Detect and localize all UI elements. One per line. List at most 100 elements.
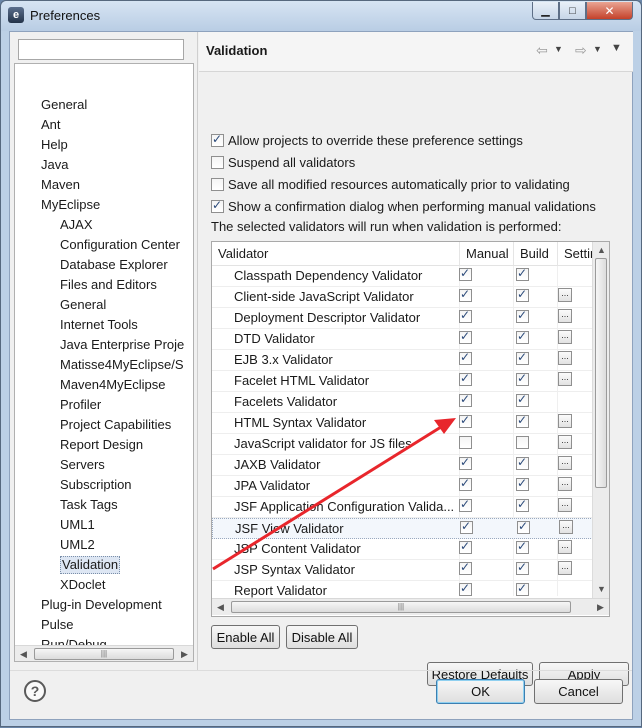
manual-checkbox[interactable] (459, 308, 472, 323)
maximize-button[interactable]: □ (559, 2, 586, 20)
tree-item[interactable]: General (60, 296, 106, 314)
tree-item[interactable]: Profiler (60, 396, 101, 414)
table-vertical-scrollbar[interactable]: ▲ ▼ (592, 242, 609, 598)
scroll-up-icon[interactable]: ▲ (593, 242, 609, 258)
settings-button[interactable]: ... (558, 414, 572, 428)
view-menu-icon[interactable]: ▼ (611, 42, 622, 54)
tree-item[interactable]: Plug-in Development (41, 596, 162, 614)
table-row[interactable]: HTML Syntax Validator... (212, 413, 605, 434)
build-checkbox[interactable] (516, 497, 529, 512)
table-horizontal-scrollbar[interactable]: ◀ ||| ▶ (212, 598, 609, 615)
tree-item[interactable]: Configuration Center (60, 236, 180, 254)
column-header-validator[interactable]: Validator (212, 242, 460, 266)
table-row[interactable]: JSF Application Configuration Valida....… (212, 497, 605, 518)
settings-button[interactable]: ... (558, 309, 572, 323)
manual-checkbox[interactable] (459, 560, 472, 575)
settings-button[interactable]: ... (558, 435, 572, 449)
settings-button[interactable]: ... (558, 330, 572, 344)
tree-item[interactable]: Help (41, 136, 68, 154)
vertical-scroll-thumb[interactable] (595, 258, 607, 488)
build-checkbox[interactable] (516, 581, 529, 596)
enable-all-button[interactable]: Enable All (211, 625, 280, 649)
tree-item[interactable]: Report Design (60, 436, 143, 454)
title-bar[interactable]: e Preferences ▁ □ ✕ (1, 1, 641, 31)
back-dropdown-icon[interactable]: ▼ (554, 44, 563, 54)
build-checkbox[interactable] (517, 519, 530, 534)
suspend-validators-checkbox[interactable] (211, 155, 224, 169)
manual-checkbox[interactable] (459, 266, 472, 281)
manual-checkbox[interactable] (459, 392, 472, 407)
forward-dropdown-icon[interactable]: ▼ (593, 44, 602, 54)
build-checkbox[interactable] (516, 392, 529, 407)
table-row[interactable]: Facelet HTML Validator... (212, 371, 605, 392)
tree-item[interactable]: AJAX (60, 216, 93, 234)
manual-checkbox[interactable] (459, 581, 472, 596)
forward-arrow-icon[interactable]: ⇨ (575, 42, 587, 59)
settings-button[interactable]: ... (558, 288, 572, 302)
settings-button[interactable]: ... (558, 351, 572, 365)
table-row[interactable]: JSF View Validator... (212, 518, 605, 539)
scroll-right-icon[interactable]: ▶ (592, 599, 609, 615)
scroll-thumb[interactable]: ||| (231, 601, 571, 613)
column-header-manual[interactable]: Manual (460, 242, 514, 266)
scroll-left-icon[interactable]: ◀ (212, 599, 229, 615)
save-modified-checkbox[interactable] (211, 177, 224, 191)
build-checkbox[interactable] (516, 350, 529, 365)
tree-item[interactable]: UML2 (60, 536, 95, 554)
option-allow-override[interactable]: Allow projects to override these prefere… (211, 131, 523, 149)
table-row[interactable]: Facelets Validator (212, 392, 605, 413)
settings-button[interactable]: ... (558, 372, 572, 386)
tree-item[interactable]: Java Enterprise Proje (60, 336, 184, 354)
table-row[interactable]: Deployment Descriptor Validator... (212, 308, 605, 329)
build-checkbox[interactable] (516, 539, 529, 554)
manual-checkbox[interactable] (459, 287, 472, 302)
tree-item[interactable]: Task Tags (60, 496, 118, 514)
build-checkbox[interactable] (516, 455, 529, 470)
confirmation-dialog-checkbox[interactable] (211, 198, 224, 213)
settings-button[interactable]: ... (558, 456, 572, 470)
tree-item[interactable]: Maven (41, 176, 80, 194)
build-checkbox[interactable] (516, 308, 529, 323)
manual-checkbox[interactable] (459, 476, 472, 491)
scroll-left-icon[interactable]: ◀ (15, 646, 32, 661)
manual-checkbox[interactable] (459, 329, 472, 344)
tree-horizontal-scrollbar[interactable]: ◀ ||| ▶ (15, 645, 193, 661)
tree-item[interactable]: Internet Tools (60, 316, 138, 334)
tree-item[interactable]: General (41, 96, 87, 114)
tree-item[interactable]: Servers (60, 456, 105, 474)
preference-tree[interactable]: General Ant Help Java Maven MyEclipse AJAX Conf… (14, 63, 194, 662)
table-row[interactable]: JSP Content Validator... (212, 539, 605, 560)
table-row[interactable]: JSP Syntax Validator... (212, 560, 605, 581)
manual-checkbox[interactable] (459, 539, 472, 554)
minimize-button[interactable]: ▁ (532, 2, 559, 20)
help-icon[interactable]: ? (24, 680, 46, 702)
build-checkbox[interactable] (516, 329, 529, 344)
tree-item[interactable]: Database Explorer (60, 256, 168, 274)
table-row[interactable]: JPA Validator... (212, 476, 605, 497)
panel-divider[interactable] (197, 32, 198, 670)
close-button[interactable]: ✕ (586, 2, 633, 20)
tree-item[interactable]: Validation (60, 556, 121, 574)
tree-item[interactable]: Subscription (60, 476, 132, 494)
manual-checkbox[interactable] (459, 350, 472, 365)
table-row[interactable]: DTD Validator... (212, 329, 605, 350)
ok-button[interactable]: OK (436, 679, 525, 704)
table-row[interactable]: JAXB Validator... (212, 455, 605, 476)
settings-button[interactable]: ... (558, 498, 572, 512)
table-row[interactable]: JavaScript validator for JS files... (212, 434, 605, 455)
manual-checkbox[interactable] (460, 519, 473, 534)
settings-button[interactable]: ... (558, 477, 572, 491)
tree-item[interactable]: XDoclet (60, 576, 106, 594)
cancel-button[interactable]: Cancel (534, 679, 623, 704)
build-checkbox[interactable] (516, 287, 529, 302)
option-suspend-validators[interactable]: Suspend all validators (211, 153, 355, 171)
scroll-right-icon[interactable]: ▶ (176, 646, 193, 661)
back-arrow-icon[interactable]: ⇦ (536, 42, 548, 59)
table-row[interactable]: EJB 3.x Validator... (212, 350, 605, 371)
tree-item[interactable]: Maven4MyEclipse (60, 376, 166, 394)
tree-item[interactable]: Java (41, 156, 68, 174)
table-row[interactable]: Classpath Dependency Validator (212, 266, 605, 287)
build-checkbox[interactable] (516, 413, 529, 428)
build-checkbox[interactable] (516, 560, 529, 575)
allow-override-checkbox[interactable] (211, 132, 224, 147)
